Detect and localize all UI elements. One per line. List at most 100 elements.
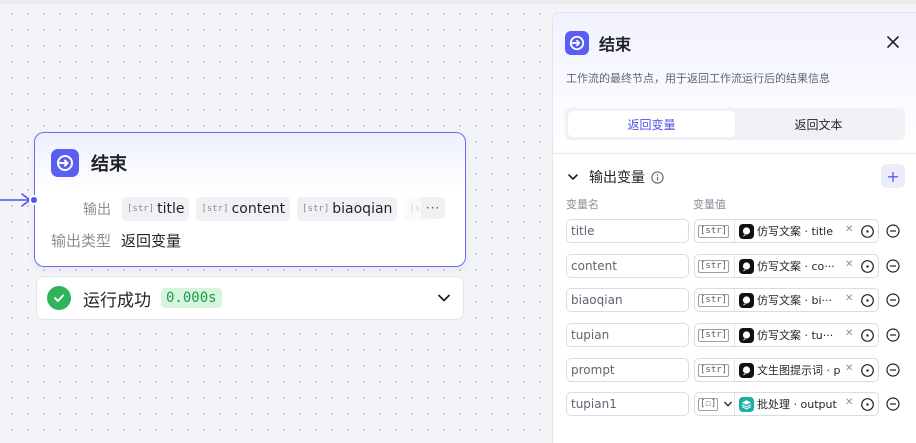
remove-variable-icon[interactable] <box>886 363 900 377</box>
batch-node-icon <box>739 396 754 412</box>
end-node-icon <box>51 149 79 177</box>
check-circle-icon <box>47 286 71 310</box>
ai-node-icon <box>739 362 754 378</box>
type-select[interactable]: [str] <box>695 289 735 311</box>
reference-value[interactable]: 仿写文案 · co··· <box>735 258 850 274</box>
variable-name-input[interactable]: tupian <box>566 323 689 347</box>
panel-header: 结束 <box>565 31 631 55</box>
clear-reference-icon[interactable]: ✕ <box>845 328 853 339</box>
end-node-card[interactable]: 结束 输出 [str] title [str] content [str] bi… <box>29 132 466 267</box>
type-tag: [str] <box>698 363 730 377</box>
variable-name-input[interactable]: prompt <box>566 358 689 382</box>
variable-value-field: [str] 仿写文案 · title ✕ <box>694 219 879 243</box>
type-select[interactable]: [str] <box>695 324 735 346</box>
remove-variable-icon[interactable] <box>886 224 900 238</box>
chevron-down-icon[interactable] <box>437 291 451 305</box>
variable-row: tupian [str] 仿写文案 · tu··· ✕ <box>566 323 900 347</box>
output-chip-biaoqian: [str] biaoqian <box>297 197 398 221</box>
target-icon[interactable] <box>860 363 875 378</box>
reference-text: 仿写文案 · tu··· <box>757 329 834 342</box>
type-tag: [str] <box>698 293 730 307</box>
node-input-port[interactable] <box>29 195 39 205</box>
target-icon[interactable] <box>860 259 875 274</box>
type-select[interactable]: [☐] <box>695 393 735 415</box>
remove-variable-icon[interactable] <box>886 397 900 411</box>
variable-name-input[interactable]: content <box>566 254 689 278</box>
section-title: 输出变量 <box>589 170 645 186</box>
reference-text: 批处理 · output <box>757 398 837 411</box>
variable-row: tupian1 [☐] 批处理 · output ✕ <box>566 392 900 416</box>
type-select[interactable]: [str] <box>695 220 735 242</box>
reference-text: 仿写文案 · bi··· <box>757 294 833 307</box>
remove-variable-icon[interactable] <box>886 293 900 307</box>
reference-text: 文生图提示词 · p <box>757 364 841 377</box>
output-label: 输出 <box>83 202 111 218</box>
tab-return-variables[interactable]: 返回变量 <box>568 111 735 137</box>
type-tag: [str] <box>302 204 330 214</box>
run-status-text: 运行成功 <box>83 290 151 311</box>
variable-row: title [str] 仿写文案 · title ✕ <box>566 219 900 243</box>
clear-reference-icon[interactable]: ✕ <box>845 259 853 270</box>
clear-reference-icon[interactable]: ✕ <box>845 397 853 408</box>
add-variable-button[interactable]: + <box>881 164 905 188</box>
type-tag: [str] <box>698 259 730 273</box>
target-icon[interactable] <box>860 328 875 343</box>
variables-columns-header: 变量名 变量值 <box>566 196 726 212</box>
panel-title: 结束 <box>599 35 632 54</box>
clear-reference-icon[interactable]: ✕ <box>845 224 853 235</box>
return-mode-tabs: 返回变量 返回文本 <box>565 108 905 140</box>
output-type-label: 输出类型 <box>51 232 112 250</box>
run-duration-badge: 0.000s <box>161 288 222 308</box>
col-value-label: 变量值 <box>693 198 726 211</box>
target-icon[interactable] <box>860 224 875 239</box>
close-icon[interactable] <box>886 35 900 49</box>
variable-value-field: [str] 仿写文案 · co··· ✕ <box>694 254 879 278</box>
run-status-bar[interactable]: 运行成功 0.000s <box>36 276 464 320</box>
more-outputs-button[interactable]: ··· <box>421 197 445 219</box>
output-chip-title: [str] title <box>122 197 190 221</box>
clear-reference-icon[interactable]: ✕ <box>845 293 853 304</box>
node-title: 结束 <box>91 154 127 175</box>
chevron-down-icon[interactable] <box>567 171 579 183</box>
output-variables-header[interactable]: 输出变量 <box>567 167 664 187</box>
target-icon[interactable] <box>860 293 875 308</box>
reference-text: 仿写文案 · title <box>757 225 833 238</box>
type-select[interactable]: [str] <box>695 359 735 381</box>
remove-variable-icon[interactable] <box>886 328 900 342</box>
output-type-value: 返回变量 <box>121 232 182 250</box>
variable-name-input[interactable]: title <box>566 219 689 243</box>
type-tag: [str] <box>698 224 730 238</box>
canvas-top-border <box>0 0 916 4</box>
variable-value-field: [str] 仿写文案 · bi··· ✕ <box>694 288 879 312</box>
reference-value[interactable]: 批处理 · output <box>735 396 850 412</box>
type-select[interactable]: [str] <box>695 255 735 277</box>
info-icon[interactable] <box>651 170 664 184</box>
reference-value[interactable]: 仿写文案 · title <box>735 223 850 239</box>
ai-node-icon <box>739 327 754 343</box>
reference-value[interactable]: 文生图提示词 · p <box>735 362 850 378</box>
variable-value-field: [str] 文生图提示词 · p ✕ <box>694 358 879 382</box>
variable-name-input[interactable]: tupian1 <box>566 392 689 416</box>
ai-node-icon <box>739 223 754 239</box>
variable-name-input[interactable]: biaoqian <box>566 288 689 312</box>
reference-value[interactable]: 仿写文案 · tu··· <box>735 327 850 343</box>
target-icon[interactable] <box>860 397 875 412</box>
clear-reference-icon[interactable]: ✕ <box>845 363 853 374</box>
ai-node-icon <box>739 292 754 308</box>
col-name-label: 变量名 <box>566 198 599 211</box>
output-type-row: 输出类型 返回变量 <box>51 230 181 251</box>
reference-text: 仿写文案 · co··· <box>757 260 835 273</box>
type-tag: [str] <box>698 328 730 342</box>
variable-row: prompt [str] 文生图提示词 · p ✕ <box>566 358 900 382</box>
type-tag: [str] <box>201 204 229 214</box>
variable-row: biaoqian [str] 仿写文案 · bi··· ✕ <box>566 288 900 312</box>
output-chip-content: [str] content <box>196 197 291 221</box>
panel-description: 工作流的最终节点，用于返回工作流运行后的结果信息 <box>566 72 830 85</box>
tab-return-text[interactable]: 返回文本 <box>735 111 902 137</box>
output-name: biaoqian <box>332 201 393 217</box>
reference-value[interactable]: 仿写文案 · bi··· <box>735 292 850 308</box>
variable-value-field: [☐] 批处理 · output ✕ <box>694 392 879 416</box>
remove-variable-icon[interactable] <box>886 259 900 273</box>
ai-node-icon <box>739 258 754 274</box>
end-node-icon <box>565 31 589 55</box>
